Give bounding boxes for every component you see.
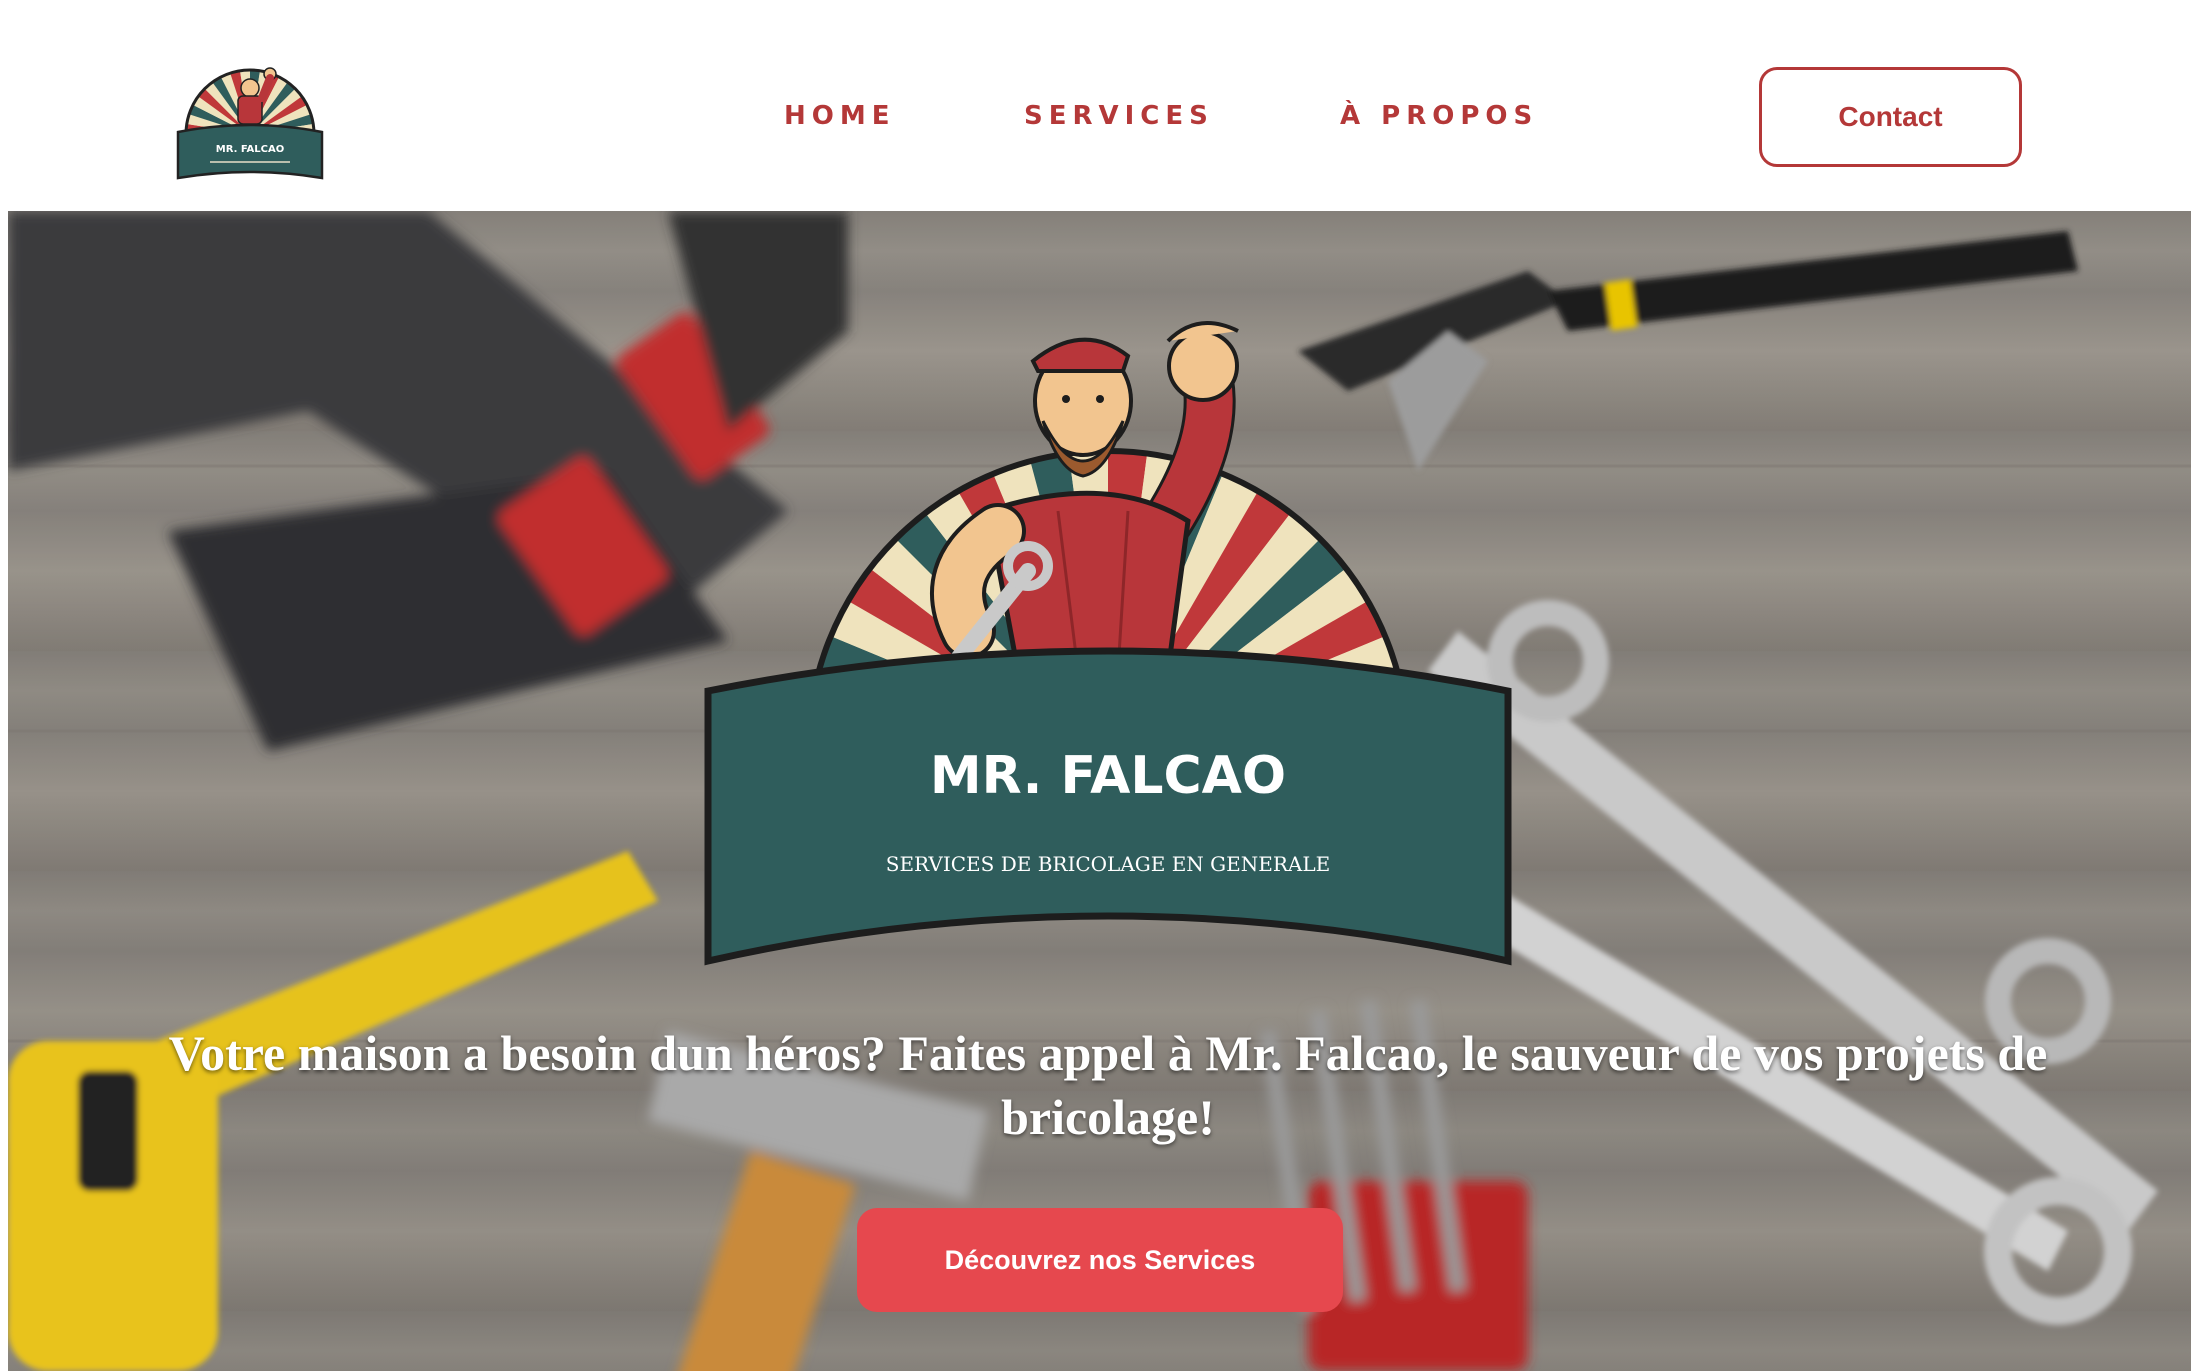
hero-headline: Votre maison a besoin dun héros? Faites … xyxy=(168,1025,2048,1145)
nav-link-services[interactable]: SERVICES xyxy=(1024,101,1214,131)
discover-services-button[interactable]: Découvrez nos Services xyxy=(857,1208,1343,1312)
hero-logo: MR. FALCAO SERVICES DE BRICOLAGE EN GENE… xyxy=(704,321,1512,966)
nav-logo-text: MR. FALCAO xyxy=(216,144,285,155)
hero-logo-tagline: SERVICES DE BRICOLAGE EN GENERALE xyxy=(886,852,1330,876)
hero-logo-title: MR. FALCAO xyxy=(930,746,1286,806)
nav-link-home[interactable]: HOME xyxy=(784,101,896,131)
nav-link-a-propos[interactable]: À PROPOS xyxy=(1340,101,1538,131)
contact-button[interactable]: Contact xyxy=(1759,67,2022,167)
site-header: MR. FALCAO HOME SERVICES À PROPOS Contac… xyxy=(0,0,2199,210)
hero-section: MR. FALCAO SERVICES DE BRICOLAGE EN GENE… xyxy=(8,211,2191,1371)
nav-logo[interactable]: MR. FALCAO xyxy=(170,48,330,182)
